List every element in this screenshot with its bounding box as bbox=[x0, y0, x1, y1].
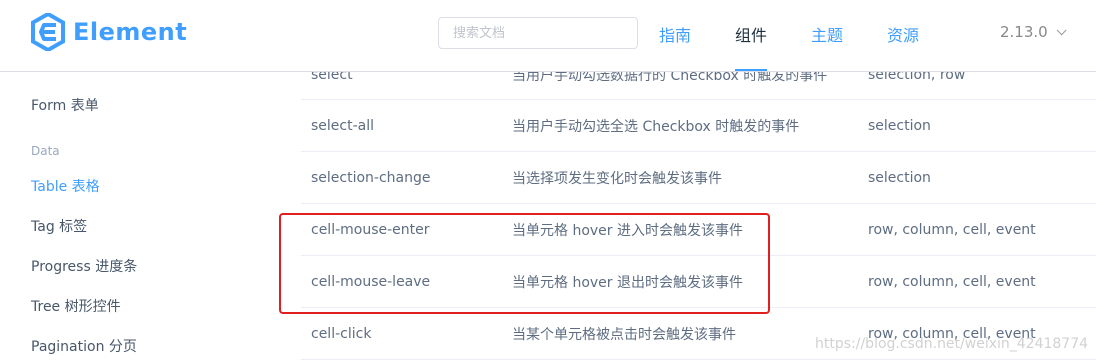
event-params: row, column, cell, event bbox=[868, 221, 1036, 238]
event-name: cell-mouse-leave bbox=[311, 273, 431, 290]
top-header: Element 指南 组件 主题 资源 2.13.0 bbox=[0, 0, 1096, 72]
event-description: 当用户手动勾选全选 Checkbox 时触发的事件 bbox=[512, 118, 800, 135]
sidebar-item-tree[interactable]: Tree 树形控件 bbox=[31, 296, 121, 316]
event-params: selection bbox=[868, 169, 931, 186]
sidebar-item-form[interactable]: Form 表单 bbox=[31, 95, 99, 115]
table-row: selection-change 当选择项发生变化时会触发该事件 selecti… bbox=[301, 152, 1096, 204]
event-name: cell-click bbox=[311, 325, 372, 342]
element-hexagon-icon bbox=[31, 13, 65, 51]
event-name: selection-change bbox=[311, 169, 431, 186]
watermark: https://blog.csdn.net/weixin_42418774 bbox=[815, 336, 1089, 352]
sidebar: Form 表单 Data Table 表格 Tag 标签 Progress 进度… bbox=[0, 72, 280, 363]
brand-name: Element bbox=[73, 18, 188, 46]
version-select[interactable]: 2.13.0 bbox=[1000, 23, 1067, 41]
chevron-down-icon bbox=[1056, 24, 1067, 35]
sidebar-item-tag[interactable]: Tag 标签 bbox=[31, 216, 87, 236]
event-description: 当选择项发生变化时会触发该事件 bbox=[512, 170, 722, 187]
search-input[interactable] bbox=[438, 17, 638, 49]
sidebar-item-table[interactable]: Table 表格 bbox=[31, 176, 100, 196]
nav-component[interactable]: 组件 bbox=[735, 22, 768, 71]
event-name: cell-mouse-enter bbox=[311, 221, 430, 238]
table-row: cell-mouse-enter 当单元格 hover 进入时会触发该事件 ro… bbox=[301, 204, 1096, 256]
sidebar-group-data: Data bbox=[31, 144, 60, 158]
event-description: 当某个单元格被点击时会触发该事件 bbox=[512, 326, 736, 343]
version-label: 2.13.0 bbox=[1000, 23, 1048, 41]
nav-resource[interactable]: 资源 bbox=[887, 22, 919, 46]
event-params: selection bbox=[868, 117, 931, 134]
table-row: cell-click 当某个单元格被点击时会触发该事件 row, column,… bbox=[301, 308, 1096, 360]
sidebar-item-progress[interactable]: Progress 进度条 bbox=[31, 256, 137, 276]
nav-theme[interactable]: 主题 bbox=[811, 22, 843, 46]
table-row: cell-mouse-leave 当单元格 hover 退出时会触发该事件 ro… bbox=[301, 256, 1096, 308]
nav-guide[interactable]: 指南 bbox=[659, 22, 691, 46]
event-params: row, column, cell, event bbox=[868, 273, 1036, 290]
sidebar-item-pagination[interactable]: Pagination 分页 bbox=[31, 336, 137, 356]
element-logo[interactable]: Element bbox=[31, 13, 187, 51]
event-description: 当单元格 hover 退出时会触发该事件 bbox=[512, 274, 743, 291]
event-description: 当单元格 hover 进入时会触发该事件 bbox=[512, 222, 743, 239]
table-row: select-all 当用户手动勾选全选 Checkbox 时触发的事件 sel… bbox=[301, 100, 1096, 152]
event-name: select-all bbox=[311, 117, 375, 134]
events-table: select 当用户手动勾选数据行的 Checkbox 时触发的事件 selec… bbox=[301, 60, 1096, 360]
